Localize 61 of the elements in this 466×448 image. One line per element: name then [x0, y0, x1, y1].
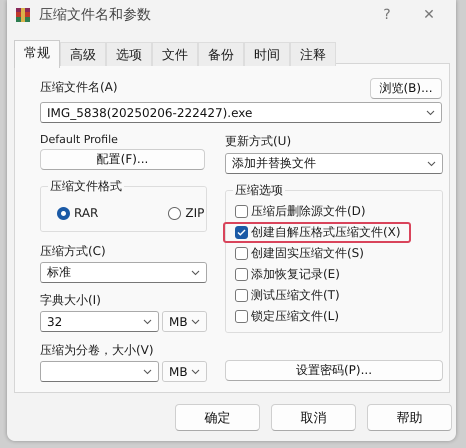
dialog-button[interactable]: 确定 [175, 404, 260, 431]
set-password-button[interactable]: 设置密码(P)... [225, 360, 443, 381]
checkbox-label: 锁定压缩文件(L) [251, 308, 340, 325]
checkbox[interactable] [235, 226, 248, 239]
tab[interactable]: 注释 [290, 42, 336, 66]
chevron-down-icon [191, 270, 200, 276]
archive-name-combo[interactable]: IMG_5838(20250206-222427).exe [40, 102, 442, 123]
dictionary-size-label: 字典大小(I) [40, 292, 102, 309]
window-title: 压缩文件名和参数 [39, 6, 152, 24]
checkmark-icon [237, 229, 246, 236]
checkbox-option[interactable]: 创建固实压缩文件(S) [223, 243, 368, 264]
checkbox[interactable] [235, 205, 248, 218]
checkbox-option[interactable]: 添加恢复记录(E) [223, 264, 344, 285]
chevron-down-icon [191, 368, 200, 374]
checkbox[interactable] [235, 289, 248, 302]
tab[interactable]: 文件 [152, 42, 198, 66]
chevron-down-icon [143, 368, 152, 374]
radio-label: RAR [74, 206, 98, 220]
close-button[interactable]: ✕ [412, 7, 446, 23]
chevron-down-icon [427, 160, 436, 166]
checkbox[interactable] [235, 310, 248, 323]
radio-label: ZIP [185, 206, 204, 220]
update-mode-label: 更新方式(U) [225, 133, 292, 150]
tab[interactable]: 选项 [106, 42, 152, 66]
tab[interactable]: 常规 [14, 40, 60, 68]
checkbox[interactable] [235, 247, 248, 260]
compression-method-combo[interactable]: 标准 [40, 262, 207, 283]
chevron-down-icon [426, 110, 435, 116]
tab[interactable]: 时间 [244, 42, 290, 66]
chevron-down-icon [143, 318, 152, 324]
app-logo-icon [15, 7, 31, 23]
checkbox-label: 创建自解压格式压缩文件(X) [251, 224, 401, 241]
profile-button[interactable]: 配置(F)... [40, 149, 205, 170]
update-mode-combo[interactable]: 添加并替换文件 [225, 153, 443, 174]
checkbox-label: 创建固实压缩文件(S) [251, 245, 364, 262]
options-group-label: 压缩选项 [233, 182, 285, 199]
checkbox-label: 压缩后删除源文件(D) [251, 203, 366, 220]
checkbox-option[interactable]: 压缩后删除源文件(D) [223, 201, 370, 222]
radio-button[interactable] [168, 206, 182, 220]
checkbox-option[interactable]: 锁定压缩文件(L) [223, 306, 344, 327]
unit-combo[interactable]: MB [162, 311, 207, 332]
checkbox-label: 测试压缩文件(T) [251, 287, 340, 304]
browse-button[interactable]: 浏览(B)... [370, 78, 442, 99]
split-volumes-label: 压缩为分卷，大小(V) [40, 342, 155, 359]
dialog-button[interactable]: 帮助 [367, 404, 452, 431]
chevron-down-icon [191, 318, 200, 324]
dictionary-size-combo[interactable]: 32 [40, 311, 159, 332]
checkbox-label: 添加恢复记录(E) [251, 266, 340, 283]
tab[interactable]: 高级 [60, 42, 106, 66]
profile-label: Default Profile [40, 133, 119, 146]
checkbox-option[interactable]: 测试压缩文件(T) [223, 285, 344, 306]
unit-combo[interactable]: MB [162, 361, 207, 382]
tab[interactable]: 备份 [198, 42, 244, 66]
compression-method-label: 压缩方式(C) [40, 243, 107, 260]
help-button[interactable]: ? [370, 7, 404, 23]
checkbox[interactable] [235, 268, 248, 281]
format-group-label: 压缩文件格式 [48, 178, 124, 195]
archive-name-label: 压缩文件名(A) [40, 78, 118, 96]
dialog-button[interactable]: 取消 [271, 404, 356, 431]
split-size-combo[interactable] [40, 361, 159, 382]
radio-button[interactable] [57, 206, 70, 220]
